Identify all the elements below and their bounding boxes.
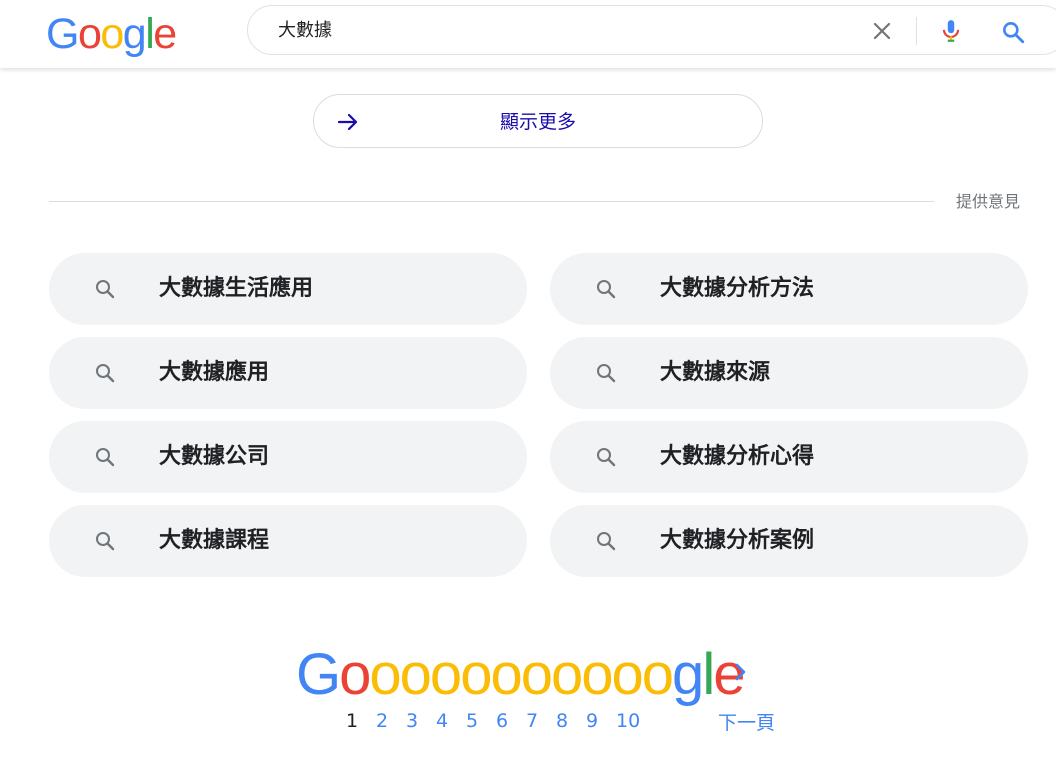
search-icon bbox=[1003, 22, 1025, 44]
related-search-label: 大數據分析方法 bbox=[660, 276, 815, 301]
chevron-right-icon bbox=[735, 663, 746, 681]
related-search-item[interactable]: 大數據來源 bbox=[550, 337, 1028, 409]
search-icon bbox=[597, 448, 616, 467]
search-button[interactable] bbox=[1000, 19, 1026, 45]
search-icon bbox=[96, 532, 115, 551]
clear-button[interactable] bbox=[870, 19, 894, 43]
show-more-label: 顯示更多 bbox=[499, 111, 576, 133]
page-link[interactable]: 5 bbox=[466, 709, 496, 733]
voice-search-button[interactable] bbox=[938, 18, 964, 44]
logo-letter: G bbox=[46, 10, 79, 58]
page-link[interactable]: 3 bbox=[406, 709, 436, 733]
mic-icon bbox=[942, 20, 960, 42]
next-page-link[interactable]: 下一頁 bbox=[718, 711, 775, 735]
related-search-item[interactable]: 大數據分析心得 bbox=[550, 421, 1028, 493]
related-search-item[interactable]: 大數據課程 bbox=[49, 505, 527, 577]
logo-letter: o bbox=[77, 10, 102, 58]
close-icon bbox=[873, 22, 891, 40]
search-input[interactable] bbox=[278, 19, 838, 43]
logo-letter: g bbox=[122, 10, 147, 58]
page-link[interactable]: 7 bbox=[526, 709, 556, 733]
page-link[interactable]: 2 bbox=[376, 709, 406, 733]
pagination-logo-letter: o bbox=[490, 642, 522, 707]
search-icon bbox=[597, 532, 616, 551]
page-link[interactable]: 6 bbox=[496, 709, 526, 733]
related-search-label: 大數據來源 bbox=[660, 360, 771, 385]
pagination-logo-letter: o bbox=[641, 642, 674, 707]
feedback-link[interactable]: 提供意見 bbox=[956, 191, 1020, 213]
page-link[interactable]: 9 bbox=[586, 709, 616, 733]
related-search-item[interactable]: 大數據公司 bbox=[49, 421, 527, 493]
logo-letter: o bbox=[100, 10, 124, 58]
logo-letter: e bbox=[153, 10, 177, 58]
pagination-logo-letter: o bbox=[339, 642, 371, 707]
pagination-logo-letter: l bbox=[702, 642, 715, 707]
next-page-chevron[interactable] bbox=[730, 660, 752, 684]
related-search-label: 大數據生活應用 bbox=[159, 276, 314, 301]
search-icon bbox=[96, 364, 115, 383]
logo-letter: l bbox=[145, 10, 155, 58]
search-icon bbox=[96, 448, 115, 467]
pagination-logo-letter: G bbox=[296, 642, 341, 707]
page-numbers: 1 2 3 4 5 6 7 8 9 10 bbox=[346, 709, 646, 735]
related-search-label: 大數據公司 bbox=[159, 444, 270, 469]
page-link[interactable]: 10 bbox=[616, 709, 646, 733]
related-search-item[interactable]: 大數據分析案例 bbox=[550, 505, 1028, 577]
google-logo[interactable]: Google bbox=[46, 8, 177, 60]
pagination-logo-letter: o bbox=[611, 642, 644, 707]
page-number-current: 1 bbox=[346, 710, 359, 732]
related-search-item[interactable]: 大數據應用 bbox=[49, 337, 527, 409]
page-link[interactable]: 8 bbox=[556, 709, 586, 733]
related-search-item[interactable]: 大數據分析方法 bbox=[550, 253, 1028, 325]
pagination-logo: Gooooooooooogle bbox=[296, 640, 745, 710]
pagination-logo-letter: o bbox=[460, 642, 492, 707]
related-search-label: 大數據課程 bbox=[159, 528, 270, 553]
related-search-item[interactable]: 大數據生活應用 bbox=[49, 253, 527, 325]
search-box bbox=[247, 5, 1056, 55]
search-icon bbox=[597, 364, 616, 383]
pagination-logo-letter: o bbox=[550, 642, 583, 707]
related-search-label: 大數據應用 bbox=[159, 360, 270, 385]
pagination-logo-letter: g bbox=[672, 642, 704, 707]
related-search-label: 大數據分析案例 bbox=[660, 528, 815, 553]
show-more-button[interactable]: 顯示更多 bbox=[313, 94, 763, 148]
page-link[interactable]: 4 bbox=[436, 709, 466, 733]
pagination-logo-letter: o bbox=[581, 642, 613, 707]
divider bbox=[916, 17, 917, 45]
related-search-label: 大數據分析心得 bbox=[660, 444, 815, 469]
pagination-logo-letter: o bbox=[399, 642, 432, 707]
pagination-logo-letter: o bbox=[520, 642, 553, 707]
search-icon bbox=[96, 280, 115, 299]
pagination-logo-letter: o bbox=[369, 642, 401, 707]
top-bar: Google bbox=[0, 0, 1056, 68]
pagination-logo-letter: o bbox=[429, 642, 462, 707]
search-icon bbox=[597, 280, 616, 299]
section-divider bbox=[49, 201, 934, 202]
